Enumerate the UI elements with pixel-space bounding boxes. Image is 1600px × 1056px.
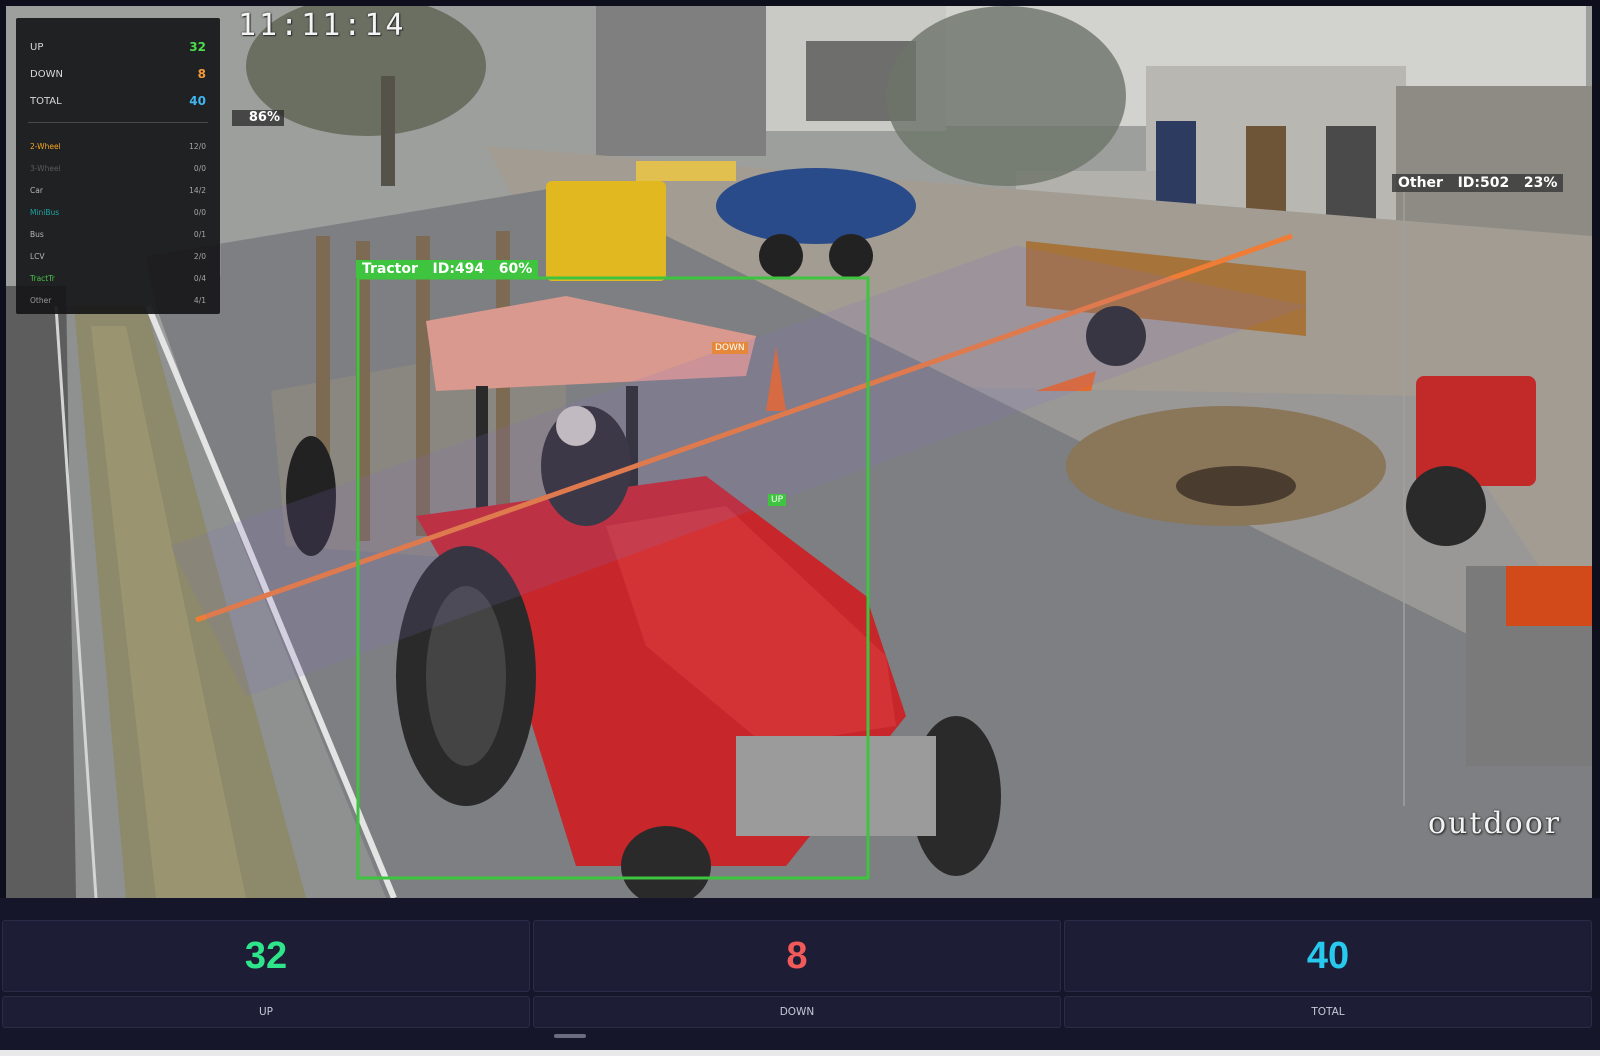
class-name: Bus <box>30 230 44 239</box>
overlay-up-row: UP 32 <box>30 40 206 54</box>
timestamp: 11:11:14 <box>238 8 407 43</box>
tractor-detection-label: Tractor ID:494 60% <box>356 260 539 278</box>
class-count: 0/0 <box>193 208 206 217</box>
class-row: Car 14/2 <box>30 186 206 195</box>
count-overlay: UP 32 DOWN 8 TOTAL 40 2-Wheel 12/0 3-Whee… <box>16 18 220 314</box>
class-name: Car <box>30 186 43 195</box>
class-row: LCV 2/0 <box>30 252 206 261</box>
line-up-tag: UP <box>768 494 787 506</box>
class-count: 0/4 <box>193 274 206 283</box>
down-count-label: DOWN <box>533 996 1061 1028</box>
class-count: 0/0 <box>193 164 206 173</box>
other-detection-label: Other ID:502 23% <box>1392 174 1564 192</box>
down-count-card: 8 <box>533 920 1061 992</box>
camera-watermark: outdoor <box>1428 806 1562 841</box>
overlay-down-value: 8 <box>197 67 206 81</box>
class-row: 3-Wheel 0/0 <box>30 164 206 173</box>
class-count: 12/0 <box>189 142 206 151</box>
class-name: LCV <box>30 252 45 261</box>
class-name: MiniBus <box>30 208 60 217</box>
camera-feed[interactable]: 11:11:14 outdoor 86% Tractor ID:494 60% … <box>6 6 1592 898</box>
class-count: 2/0 <box>193 252 206 261</box>
overlay-total-label: TOTAL <box>30 95 62 107</box>
total-count-value: 40 <box>1306 935 1350 977</box>
class-row: TractTr 0/4 <box>30 274 206 283</box>
class-name: 3-Wheel <box>30 164 61 173</box>
overlay-total-row: TOTAL 40 <box>30 94 206 108</box>
overlay-up-label: UP <box>30 41 44 53</box>
class-row: Other 4/1 <box>30 296 206 305</box>
corner-confidence-chip: 86% <box>232 110 284 126</box>
up-count-label: UP <box>2 996 530 1028</box>
class-count: 0/1 <box>193 230 206 239</box>
class-name: 2-Wheel <box>30 142 61 151</box>
overlay-total-value: 40 <box>189 94 206 108</box>
overlay-down-label: DOWN <box>30 68 63 80</box>
line-down-tag: DOWN <box>712 342 748 354</box>
class-row: MiniBus 0/0 <box>30 208 206 217</box>
class-row: 2-Wheel 12/0 <box>30 142 206 151</box>
scene-illustration <box>6 6 1592 898</box>
overlay-up-value: 32 <box>189 40 206 54</box>
total-count-label: TOTAL <box>1064 996 1592 1028</box>
bottom-strip <box>0 1050 1600 1056</box>
overlay-divider <box>28 122 208 123</box>
class-count: 4/1 <box>193 296 206 305</box>
down-count-value: 8 <box>786 935 808 977</box>
class-name: Other <box>30 296 52 305</box>
total-count-card: 40 <box>1064 920 1592 992</box>
class-count: 14/2 <box>189 186 206 195</box>
up-count-value: 32 <box>244 935 288 977</box>
panel-resize-handle[interactable] <box>554 1034 586 1038</box>
overlay-down-row: DOWN 8 <box>30 67 206 81</box>
class-name: TractTr <box>30 274 55 283</box>
up-count-card: 32 <box>2 920 530 992</box>
class-row: Bus 0/1 <box>30 230 206 239</box>
